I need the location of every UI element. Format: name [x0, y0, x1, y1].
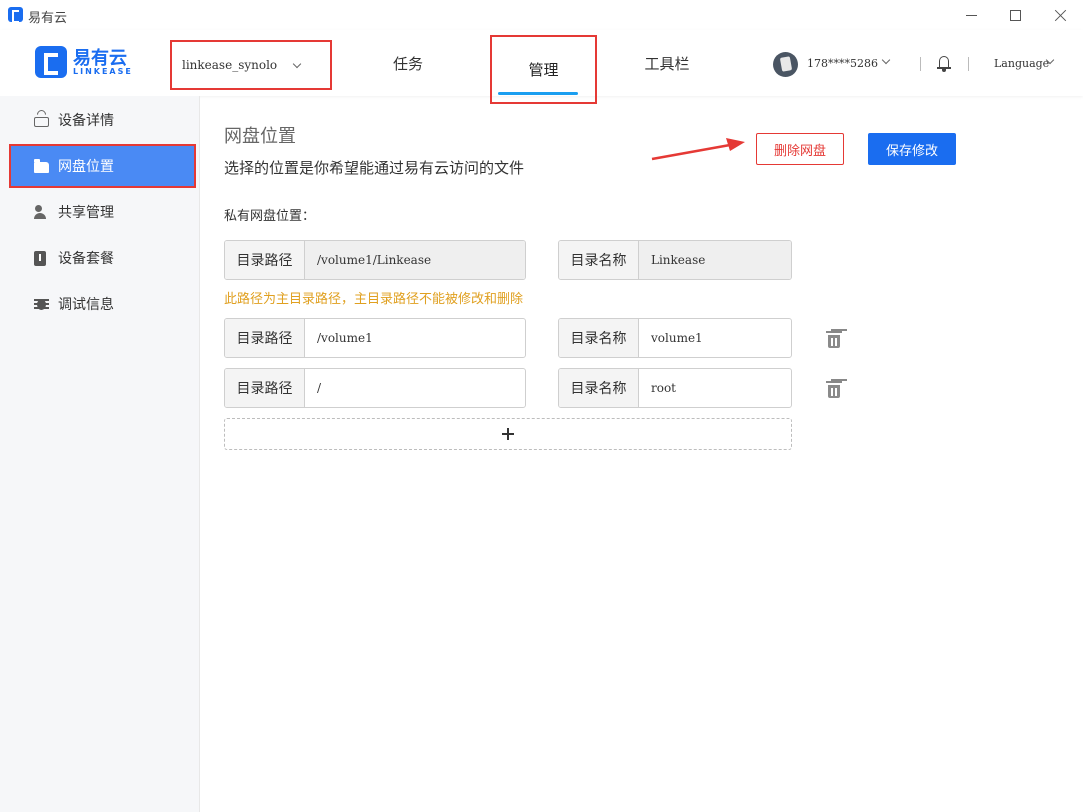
directory-path-field[interactable]: 目录路径 /: [224, 368, 526, 408]
minimize-button[interactable]: [948, 0, 994, 30]
sidebar-item-device-plan[interactable]: 设备套餐: [0, 236, 200, 280]
sidebar-item-share-management[interactable]: 共享管理: [0, 190, 200, 234]
trash-icon[interactable]: [826, 379, 842, 399]
directory-name-field[interactable]: 目录名称 root: [558, 368, 792, 408]
sidebar-item-label: 设备套餐: [58, 251, 114, 267]
tab-task[interactable]: 任务: [378, 30, 438, 96]
sidebar-item-debug-info[interactable]: 调试信息: [0, 282, 200, 326]
directory-name-label: 目录名称: [559, 369, 639, 407]
close-icon: [1054, 9, 1067, 22]
save-changes-button[interactable]: 保存修改: [868, 133, 956, 165]
divider: [920, 57, 921, 71]
avatar[interactable]: [773, 52, 798, 77]
language-select[interactable]: Language: [994, 57, 1049, 70]
directory-path-label: 目录路径: [225, 319, 305, 357]
directory-name-label: 目录名称: [559, 241, 639, 279]
bell-icon[interactable]: [937, 55, 951, 72]
trash-icon[interactable]: [826, 329, 842, 349]
main-directory-hint: 此路径为主目录路径，主目录路径不能被修改和删除: [224, 292, 524, 307]
directory-name-input[interactable]: volume1: [639, 319, 791, 357]
chevron-down-icon: [292, 59, 302, 69]
app-header: 易有云 LINKEASE linkease_synolo 任务 管理 工具栏 1…: [0, 30, 1083, 104]
account-name[interactable]: 178****5286: [807, 57, 878, 70]
router-icon: [34, 117, 49, 127]
directory-path-field[interactable]: 目录路径 /volume1: [224, 318, 526, 358]
plan-icon: [34, 251, 46, 266]
directory-path-label: 目录路径: [225, 241, 305, 279]
brand-subname: LINKEASE: [73, 67, 133, 76]
close-button[interactable]: [1037, 0, 1083, 30]
plus-icon: [502, 428, 514, 440]
annotation-arrow-icon: [651, 138, 745, 161]
device-select-value: linkease_synolo: [182, 58, 278, 72]
divider: [968, 57, 969, 71]
users-icon: [34, 205, 49, 220]
sidebar-item-device-details[interactable]: 设备详情: [0, 98, 200, 142]
app-logo-icon: [8, 7, 23, 23]
sidebar-item-label: 共享管理: [58, 205, 114, 221]
page-subtitle: 选择的位置是你希望能通过易有云访问的文件: [224, 159, 525, 177]
minimize-icon: [965, 14, 977, 16]
tab-manage-label: 管理: [528, 61, 559, 79]
bug-icon: [34, 297, 49, 312]
tab-toolbar[interactable]: 工具栏: [636, 30, 698, 96]
maximize-icon: [1009, 9, 1021, 21]
section-label: 私有网盘位置：: [224, 209, 316, 224]
directory-name-label: 目录名称: [559, 319, 639, 357]
delete-drive-button[interactable]: 删除网盘: [756, 133, 844, 165]
sidebar-item-label: 网盘位置: [58, 159, 114, 175]
window-titlebar: 易有云: [0, 0, 1083, 30]
directory-path-input: /volume1/Linkease: [305, 241, 525, 279]
sidebar-item-drive-location[interactable]: 网盘位置: [9, 144, 196, 188]
directory-path-input[interactable]: /volume1: [305, 319, 525, 357]
directory-name-field: 目录名称 Linkease: [558, 240, 792, 280]
directory-name-input[interactable]: root: [639, 369, 791, 407]
device-select[interactable]: linkease_synolo: [170, 40, 332, 90]
directory-path-field: 目录路径 /volume1/Linkease: [224, 240, 526, 280]
account-chevron-down-icon[interactable]: [881, 55, 891, 65]
sidebar-item-label: 调试信息: [58, 297, 114, 313]
active-tab-indicator: [498, 92, 578, 95]
directory-name-input: Linkease: [639, 241, 791, 279]
directory-name-field[interactable]: 目录名称 volume1: [558, 318, 792, 358]
directory-path-input[interactable]: /: [305, 369, 525, 407]
directory-path-label: 目录路径: [225, 369, 305, 407]
tab-manage[interactable]: 管理: [490, 35, 597, 104]
window-title: 易有云: [28, 11, 68, 26]
page-title: 网盘位置: [224, 126, 296, 147]
sidebar: 设备详情 网盘位置 共享管理 设备套餐 调试信息: [0, 96, 200, 812]
maximize-button[interactable]: [992, 0, 1038, 30]
brand-logo[interactable]: 易有云 LINKEASE: [35, 46, 133, 78]
folder-open-icon: [34, 159, 49, 173]
add-directory-button[interactable]: [224, 418, 792, 450]
brand-logo-icon: [35, 46, 67, 78]
sidebar-item-label: 设备详情: [58, 113, 114, 129]
